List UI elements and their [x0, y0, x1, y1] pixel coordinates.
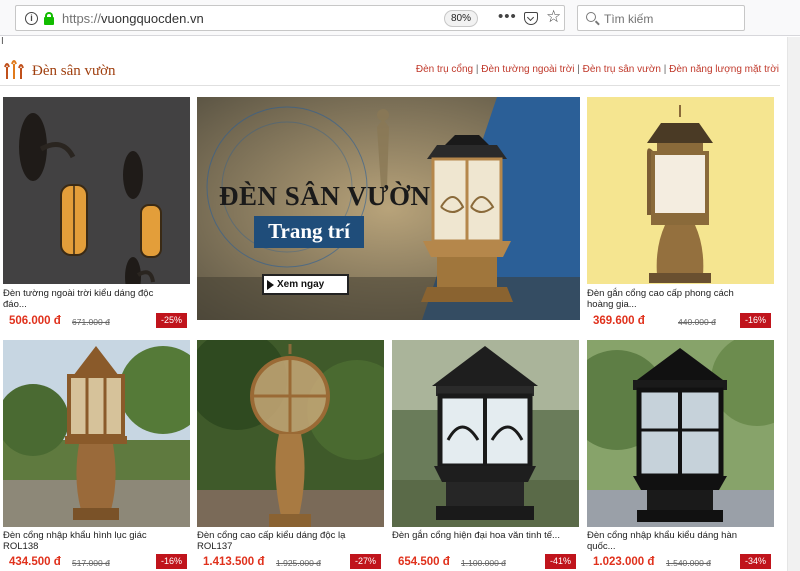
- product-name[interactable]: Đèn tường ngoài trời kiểu dáng độc đáo..…: [3, 288, 190, 310]
- product-old-price: 671.000 đ: [72, 317, 110, 327]
- more-actions-icon[interactable]: •••: [498, 8, 517, 25]
- search-bar[interactable]: Tìm kiếm: [577, 5, 745, 31]
- section-header: Đèn sân vườn Đèn trụ cổng | Đèn tường ng…: [0, 56, 780, 86]
- discount-badge: -34%: [740, 554, 771, 569]
- scrollbar[interactable]: [787, 37, 800, 571]
- banner-title: ĐÈN SÂN VƯỜN: [219, 181, 431, 211]
- discount-badge: -27%: [350, 554, 381, 569]
- product-name[interactable]: Đèn cổng nhập khẩu hình lục giác ROL138: [3, 530, 190, 552]
- product-name[interactable]: Đèn gắn cổng hiện đại hoa văn tinh tế...: [392, 530, 579, 541]
- product-old-price: 517.000 đ: [72, 558, 110, 568]
- product-old-price: 440.000 đ: [678, 317, 716, 327]
- product-price: 654.500 đ: [398, 556, 450, 568]
- category-link-tuong-ngoai-troi[interactable]: Đèn tường ngoài trời: [481, 64, 574, 75]
- product-old-price: 1.540.000 đ: [666, 558, 711, 568]
- discount-badge: -16%: [740, 313, 771, 328]
- discount-badge: -16%: [156, 554, 187, 569]
- banner-cta-button[interactable]: Xem ngay: [262, 274, 349, 295]
- product-image[interactable]: [587, 97, 774, 284]
- product-price: 1.023.000 đ: [593, 556, 655, 568]
- product-card[interactable]: Đèn tường ngoài trời kiểu dáng độc đáo..…: [3, 97, 190, 332]
- product-card[interactable]: Đèn cổng cao cấp kiểu dáng độc lạ ROL137…: [197, 340, 384, 571]
- bookmark-star-icon[interactable]: ☆: [546, 7, 561, 27]
- product-image[interactable]: [392, 340, 579, 527]
- product-price: 369.600 đ: [593, 315, 645, 327]
- garden-lamp-icon: [4, 60, 24, 79]
- zoom-indicator[interactable]: 80%: [444, 10, 478, 27]
- category-links: Đèn trụ cổng | Đèn tường ngoài trời | Đè…: [415, 64, 779, 75]
- product-old-price: 1.100.000 đ: [461, 558, 506, 568]
- product-price: 1.413.500 đ: [203, 556, 265, 568]
- promo-banner[interactable]: ĐÈN SÂN VƯỜN Trang trí Xem ngay: [197, 97, 580, 320]
- address-bar[interactable]: i https://vuongquocden.vn 80% ••• ☆: [15, 5, 565, 31]
- banner-subtitle: Trang trí: [254, 216, 364, 248]
- product-image[interactable]: [3, 340, 190, 527]
- product-card[interactable]: Đèn gắn cổng cao cấp phong cách hoàng gi…: [587, 97, 774, 332]
- category-link-nang-luong[interactable]: Đèn năng lượng mặt trời: [669, 64, 779, 75]
- product-price: 434.500 đ: [9, 556, 61, 568]
- category-link-tru-san-vuon[interactable]: Đèn trụ sân vườn: [583, 64, 661, 75]
- page-top-strip: I: [1, 36, 4, 47]
- discount-badge: -25%: [156, 313, 187, 328]
- pocket-icon[interactable]: [524, 12, 538, 25]
- product-old-price: 1.925.000 đ: [276, 558, 321, 568]
- url-text[interactable]: https://vuongquocden.vn: [62, 11, 204, 26]
- product-price: 506.000 đ: [9, 315, 61, 327]
- search-placeholder: Tìm kiếm: [604, 12, 654, 26]
- section-title: Đèn sân vườn: [32, 63, 116, 79]
- product-card[interactable]: Đèn cổng nhập khẩu kiểu dáng hàn quốc...…: [587, 340, 774, 571]
- search-icon: [586, 12, 596, 22]
- category-link-tru-cong[interactable]: Đèn trụ cổng: [416, 64, 473, 75]
- product-card[interactable]: Đèn gắn cổng hiện đại hoa văn tinh tế...…: [392, 340, 579, 571]
- product-image[interactable]: [197, 340, 384, 527]
- lock-icon[interactable]: [44, 12, 54, 25]
- product-name[interactable]: Đèn gắn cổng cao cấp phong cách hoàng gi…: [587, 288, 774, 310]
- product-card[interactable]: Đèn cổng nhập khẩu hình lục giác ROL138 …: [3, 340, 190, 571]
- browser-toolbar: i https://vuongquocden.vn 80% ••• ☆ Tìm …: [0, 0, 800, 36]
- site-info-icon[interactable]: i: [25, 12, 38, 25]
- product-name[interactable]: Đèn cổng nhập khẩu kiểu dáng hàn quốc...: [587, 530, 774, 552]
- product-name[interactable]: Đèn cổng cao cấp kiểu dáng độc lạ ROL137: [197, 530, 384, 552]
- product-image[interactable]: [3, 97, 190, 284]
- product-image[interactable]: [587, 340, 774, 527]
- discount-badge: -41%: [545, 554, 576, 569]
